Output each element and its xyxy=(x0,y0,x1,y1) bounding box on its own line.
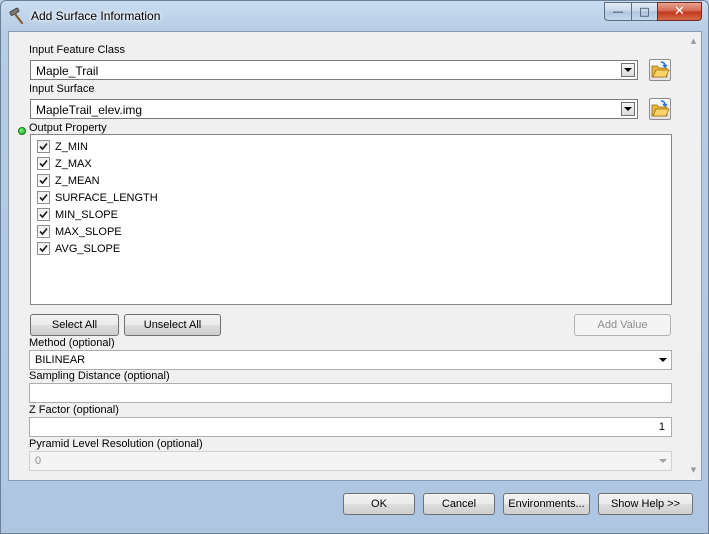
input-feature-class-value: Maple_Trail xyxy=(36,64,99,78)
z-factor-input[interactable]: 1 xyxy=(29,417,672,437)
input-surface-value: MapleTrail_elev.img xyxy=(36,103,143,117)
show-help-button[interactable]: Show Help >> xyxy=(598,493,693,515)
maximize-button[interactable]: □ xyxy=(631,2,657,21)
chevron-down-icon[interactable] xyxy=(621,102,635,116)
list-item-label: Z_MIN xyxy=(55,140,88,153)
required-indicator-icon xyxy=(18,127,26,135)
input-feature-class-combo[interactable]: Maple_Trail xyxy=(30,60,638,80)
chevron-down-icon[interactable] xyxy=(659,358,667,362)
input-surface-label: Input Surface xyxy=(29,83,95,95)
add-value-button[interactable]: Add Value xyxy=(574,314,671,336)
unselect-all-button[interactable]: Unselect All xyxy=(124,314,221,336)
method-label: Method (optional) xyxy=(29,337,115,349)
close-button[interactable]: ✕ xyxy=(657,2,702,21)
list-item[interactable]: MAX_SLOPE xyxy=(37,224,122,239)
pyramid-level-select[interactable]: 0 xyxy=(29,451,672,471)
list-item-label: MAX_SLOPE xyxy=(55,225,122,238)
minimize-icon: — xyxy=(612,5,624,18)
list-item[interactable]: MIN_SLOPE xyxy=(37,207,118,222)
check-icon xyxy=(39,210,48,219)
check-icon xyxy=(39,159,48,168)
parameters-panel: Input Feature Class Maple_Trail Input Su… xyxy=(9,32,687,480)
browse-feature-class-button[interactable] xyxy=(649,59,671,81)
checkbox[interactable] xyxy=(37,242,50,255)
vertical-scrollbar[interactable]: ▲ ▼ xyxy=(686,32,701,480)
dialog-body: Input Feature Class Maple_Trail Input Su… xyxy=(8,31,702,481)
environments-button[interactable]: Environments... xyxy=(503,493,590,515)
ok-button[interactable]: OK xyxy=(343,493,415,515)
input-feature-class-label: Input Feature Class xyxy=(29,44,125,56)
sampling-distance-label: Sampling Distance (optional) xyxy=(29,370,170,382)
check-icon xyxy=(39,142,48,151)
scroll-up-icon[interactable]: ▲ xyxy=(686,34,701,49)
folder-open-icon xyxy=(651,61,670,78)
check-icon xyxy=(39,227,48,236)
check-icon xyxy=(39,176,48,185)
check-icon xyxy=(39,193,48,202)
z-factor-value: 1 xyxy=(658,421,665,433)
list-item-label: AVG_SLOPE xyxy=(55,242,121,255)
scroll-down-icon[interactable]: ▼ xyxy=(686,463,701,478)
list-item[interactable]: Z_MEAN xyxy=(37,173,100,188)
folder-open-icon xyxy=(651,100,670,117)
sampling-distance-input[interactable] xyxy=(29,383,672,403)
chevron-down-icon[interactable] xyxy=(621,63,635,77)
checkbox[interactable] xyxy=(37,208,50,221)
title-bar[interactable]: Add Surface Information — □ ✕ xyxy=(1,1,708,31)
hammer-icon xyxy=(9,7,24,25)
window-title: Add Surface Information xyxy=(31,9,161,23)
list-item-label: MIN_SLOPE xyxy=(55,208,118,221)
checkbox[interactable] xyxy=(37,174,50,187)
list-item-label: Z_MAX xyxy=(55,157,92,170)
browse-surface-button[interactable] xyxy=(649,98,671,120)
minimize-button[interactable]: — xyxy=(604,2,631,21)
chevron-down-icon[interactable] xyxy=(659,459,667,463)
z-factor-label: Z Factor (optional) xyxy=(29,404,119,416)
list-item[interactable]: AVG_SLOPE xyxy=(37,241,120,256)
select-all-button[interactable]: Select All xyxy=(30,314,119,336)
check-icon xyxy=(39,244,48,253)
input-surface-combo[interactable]: MapleTrail_elev.img xyxy=(30,99,638,119)
output-property-label: Output Property xyxy=(29,122,107,134)
method-value: BILINEAR xyxy=(35,354,86,366)
pyramid-level-value: 0 xyxy=(35,455,42,467)
method-select[interactable]: BILINEAR xyxy=(29,350,672,370)
checkbox[interactable] xyxy=(37,157,50,170)
window-controls: — □ ✕ xyxy=(604,2,702,21)
output-property-list[interactable]: Z_MIN Z_MAX Z_MEAN SURFACE_LENGTH MIN_SL… xyxy=(30,134,672,305)
list-item[interactable]: Z_MAX xyxy=(37,156,92,171)
list-item[interactable]: Z_MIN xyxy=(37,139,88,154)
checkbox[interactable] xyxy=(37,191,50,204)
cancel-button[interactable]: Cancel xyxy=(423,493,495,515)
dialog-window: Add Surface Information — □ ✕ Input Feat… xyxy=(0,0,709,534)
checkbox[interactable] xyxy=(37,140,50,153)
list-item-label: Z_MEAN xyxy=(55,174,100,187)
close-icon: ✕ xyxy=(674,4,685,19)
pyramid-level-label: Pyramid Level Resolution (optional) xyxy=(29,438,203,450)
list-item-label: SURFACE_LENGTH xyxy=(55,191,158,204)
checkbox[interactable] xyxy=(37,225,50,238)
list-item[interactable]: SURFACE_LENGTH xyxy=(37,190,158,205)
maximize-icon: □ xyxy=(639,5,650,18)
